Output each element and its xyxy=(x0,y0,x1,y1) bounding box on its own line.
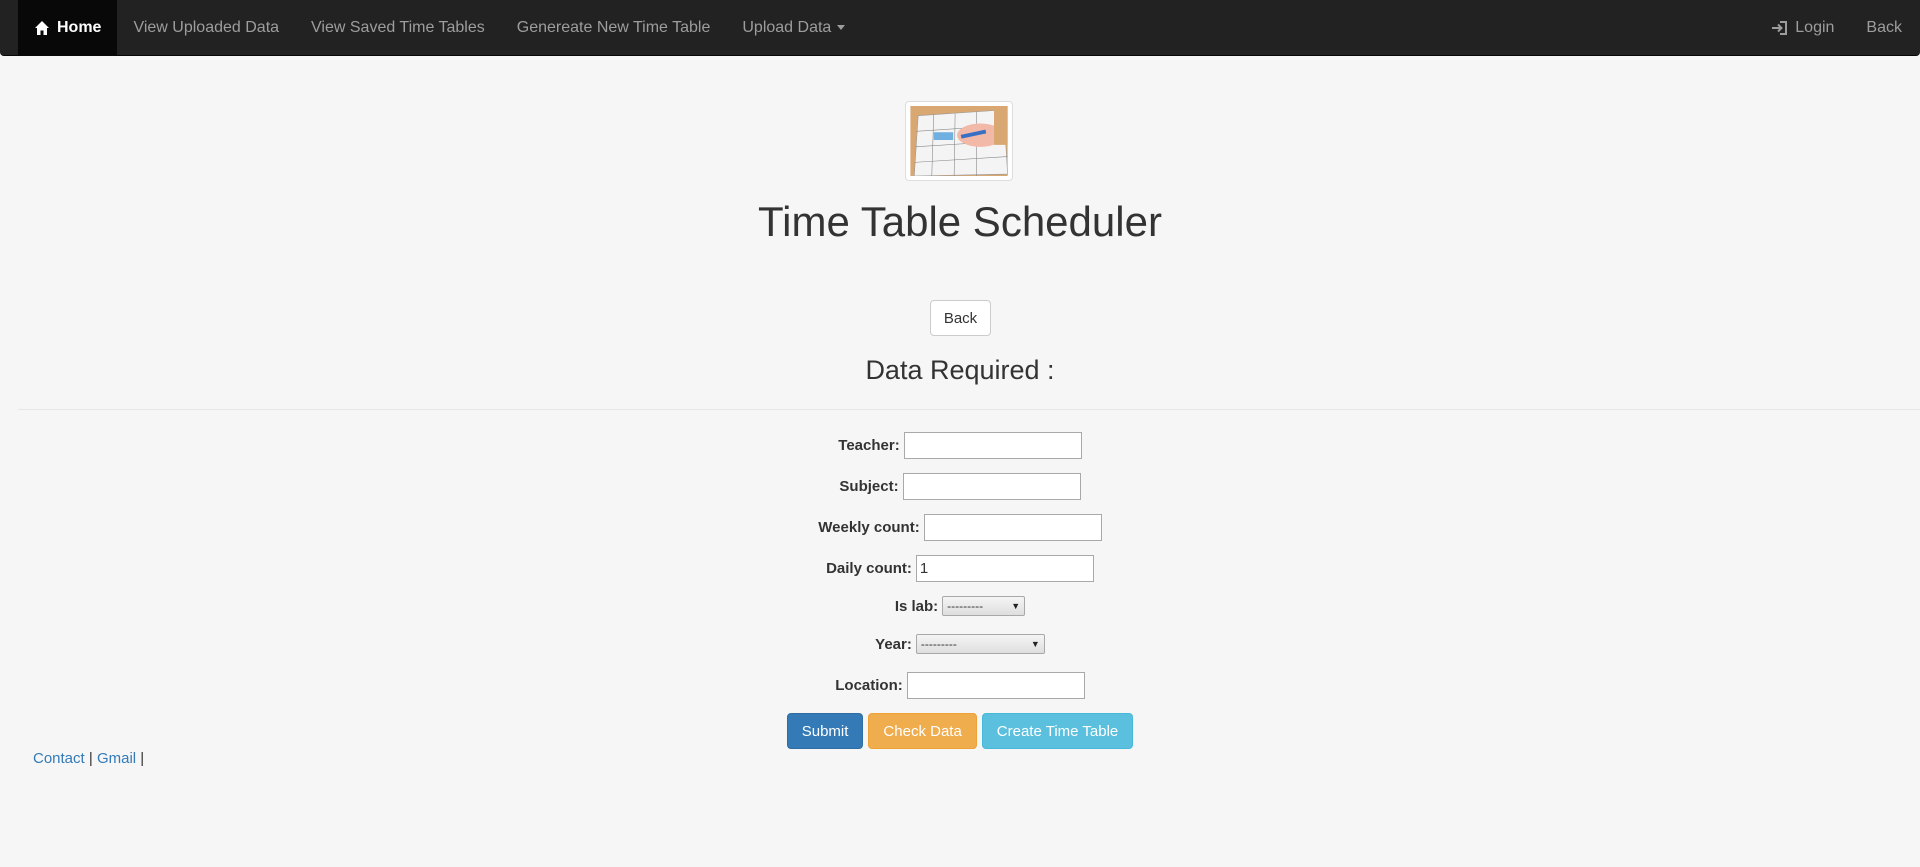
teacher-row: Teacher: xyxy=(0,431,1920,459)
login-icon xyxy=(1772,20,1788,35)
divider xyxy=(18,409,1920,410)
daily-count-input[interactable] xyxy=(915,554,1094,582)
nav-upload-data-dropdown[interactable]: Upload Data xyxy=(726,0,861,55)
year-row: Year: --------- ▼ xyxy=(0,630,1920,658)
top-navbar: Home View Uploaded Data View Saved Time … xyxy=(0,0,1920,56)
nav-login-label: Login xyxy=(1795,18,1835,36)
create-time-table-button[interactable]: Create Time Table xyxy=(981,713,1134,749)
back-button[interactable]: Back xyxy=(930,300,991,336)
select-arrow-icon: ▼ xyxy=(1011,601,1021,611)
footer-separator: | xyxy=(136,750,145,767)
nav-view-saved-time-tables[interactable]: View Saved Time Tables xyxy=(295,0,501,55)
subject-input[interactable] xyxy=(902,472,1081,500)
location-label: Location: xyxy=(835,676,903,694)
weekly-count-input[interactable] xyxy=(923,513,1102,541)
is-lab-selected-value: --------- xyxy=(947,599,984,613)
nav-home[interactable]: Home xyxy=(18,0,118,55)
page-title: Time Table Scheduler xyxy=(758,198,1162,245)
contact-link[interactable]: Contact xyxy=(33,750,85,767)
check-data-button[interactable]: Check Data xyxy=(868,713,977,749)
daily-count-label: Daily count: xyxy=(826,559,912,577)
caret-down-icon xyxy=(837,25,846,30)
year-select[interactable]: --------- ▼ xyxy=(915,634,1045,654)
timetable-illustration-icon xyxy=(910,106,1008,176)
app-logo xyxy=(905,101,1013,181)
teacher-label: Teacher: xyxy=(838,436,900,454)
year-selected-value: --------- xyxy=(920,637,957,651)
subject-label: Subject: xyxy=(839,477,899,495)
form-actions: Submit Check Data Create Time Table xyxy=(0,713,1920,749)
nav-home-label: Home xyxy=(57,18,102,36)
teacher-input[interactable] xyxy=(903,431,1082,459)
home-icon xyxy=(35,20,49,35)
footer-separator: | xyxy=(84,750,97,767)
subject-row: Subject: xyxy=(0,472,1920,500)
submit-button[interactable]: Submit xyxy=(786,713,864,749)
nav-generate-time-table[interactable]: Genereate New Time Table xyxy=(501,0,727,55)
is-lab-label: Is lab: xyxy=(894,597,939,615)
nav-back-label: Back xyxy=(1866,18,1902,36)
select-arrow-icon: ▼ xyxy=(1030,639,1040,649)
location-row: Location: xyxy=(0,671,1920,699)
gmail-link[interactable]: Gmail xyxy=(97,750,136,767)
daily-count-row: Daily count: xyxy=(0,554,1920,582)
year-label: Year: xyxy=(875,635,912,653)
nav-back[interactable]: Back xyxy=(1850,0,1918,55)
section-title: Data Required : xyxy=(865,355,1055,385)
nav-right-group: Login Back xyxy=(1755,0,1920,55)
nav-login[interactable]: Login xyxy=(1755,0,1850,55)
nav-view-saved-label: View Saved Time Tables xyxy=(311,18,485,36)
nav-generate-label: Genereate New Time Table xyxy=(516,18,711,36)
nav-upload-label: Upload Data xyxy=(742,18,832,36)
is-lab-row: Is lab: --------- ▼ xyxy=(0,592,1920,620)
nav-left-group: Home View Uploaded Data View Saved Time … xyxy=(0,0,861,55)
is-lab-select[interactable]: --------- ▼ xyxy=(942,596,1026,616)
weekly-count-row: Weekly count: xyxy=(0,513,1920,541)
nav-view-uploaded-data[interactable]: View Uploaded Data xyxy=(117,0,295,55)
weekly-count-label: Weekly count: xyxy=(818,518,920,536)
footer: Contact | Gmail | xyxy=(33,750,144,767)
location-input[interactable] xyxy=(906,671,1085,699)
nav-view-uploaded-label: View Uploaded Data xyxy=(133,18,280,36)
